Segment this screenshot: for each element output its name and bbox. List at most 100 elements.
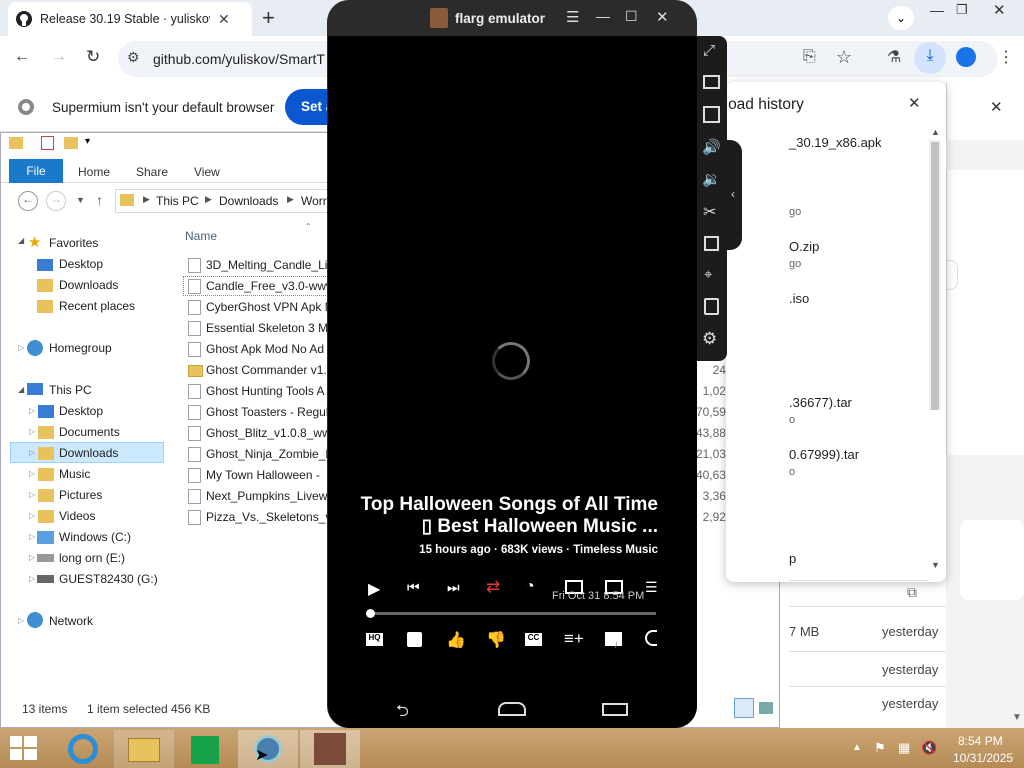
breadcrumb-worn[interactable]: Worn [301, 194, 327, 208]
tray-volume-muted-icon[interactable]: 🔇 [921, 740, 937, 756]
nav-long-orn-e[interactable]: long orn (E:) [59, 551, 125, 565]
site-info-icon[interactable]: ⚙ [127, 49, 140, 66]
nav-documents[interactable]: Documents [59, 425, 120, 439]
emulator-close-icon[interactable]: ✕ [656, 8, 669, 26]
subscriptions-icon[interactable] [605, 632, 622, 646]
file-name[interactable]: Next_Pumpkins_Livewa [206, 489, 328, 503]
download-item-name[interactable]: .36677).tar [789, 395, 852, 410]
android-home-icon[interactable] [498, 702, 526, 716]
apk-install-icon[interactable] [703, 106, 720, 123]
expand-icon[interactable]: ▷ [18, 343, 24, 352]
expand-icon[interactable]: ▷ [29, 448, 35, 457]
location-icon[interactable]: ⌖ [704, 266, 712, 283]
recent-locations-icon[interactable]: ▼ [76, 195, 85, 205]
nav-music[interactable]: Music [59, 467, 90, 481]
android-back-icon[interactable]: ⮌ [396, 700, 409, 727]
back-icon[interactable]: ← [14, 48, 30, 66]
up-icon[interactable]: ↑ [96, 192, 103, 208]
large-icons-view-icon[interactable] [759, 702, 773, 714]
explorer-forward-icon[interactable]: → [46, 191, 66, 211]
file-name[interactable]: Ghost Commander v1. [206, 363, 328, 377]
description-icon[interactable]: ☰ [645, 579, 658, 596]
hq-icon[interactable]: HQ [366, 633, 383, 646]
file-name[interactable]: Pizza_Vs._Skeletons_v1. [206, 510, 328, 524]
tray-chevron-icon[interactable]: ▲ [852, 742, 862, 753]
file-name[interactable]: Ghost_Blitz_v1.0.8_www [206, 426, 328, 440]
nav-recent-places[interactable]: Recent places [59, 299, 135, 313]
menu-kebab-icon[interactable]: ⋮ [998, 47, 1014, 67]
nav-videos[interactable]: Videos [59, 509, 95, 523]
play-icon[interactable]: ▶ [368, 579, 380, 599]
tab-close-icon[interactable]: ✕ [218, 11, 230, 28]
file-name[interactable]: 3D_Melting_Candle_Live [206, 258, 328, 272]
expand-icon[interactable]: ▷ [29, 427, 35, 436]
labs-flask-icon[interactable]: ⚗ [887, 47, 901, 67]
keyboard-icon[interactable] [703, 75, 720, 89]
clock-date[interactable]: 10/31/2025 [953, 751, 1013, 765]
install-app-icon[interactable]: ⎘ [803, 48, 816, 66]
explorer-back-icon[interactable]: ← [18, 191, 38, 211]
settings-gear-icon[interactable]: ⚙ [702, 329, 717, 349]
file-name[interactable]: Essential Skeleton 3 Mo [206, 321, 328, 335]
column-header-name[interactable]: Name [185, 229, 217, 243]
file-name[interactable]: Ghost Toasters - Regula [206, 405, 328, 419]
scroll-up-icon[interactable]: ▲ [931, 127, 940, 137]
expand-icon[interactable]: ◢ [18, 236, 24, 245]
android-recents-icon[interactable] [602, 703, 628, 716]
emulator-minimize-icon[interactable]: — [596, 8, 610, 24]
expand-icon[interactable]: ▷ [29, 553, 35, 562]
expand-icon[interactable]: ▷ [29, 490, 35, 499]
file-name[interactable]: CyberGhost VPN Apk M [206, 300, 328, 314]
previous-icon[interactable]: ⏮ [407, 579, 420, 596]
expand-icon[interactable]: ▷ [29, 469, 35, 478]
scroll-down-icon[interactable]: ▼ [931, 560, 940, 570]
taskbar-ie-icon[interactable] [52, 730, 112, 768]
speed-icon[interactable]: ◔ [525, 578, 535, 596]
file-name[interactable]: My Town Halloween - [206, 468, 328, 482]
reload-icon[interactable]: ↻ [86, 47, 100, 67]
restore-icon[interactable]: ❐ [956, 2, 968, 18]
expand-icon[interactable]: ▷ [29, 511, 35, 520]
close-window-icon[interactable]: ✕ [993, 1, 1006, 19]
tab-home[interactable]: Home [78, 165, 110, 179]
breadcrumb-thispc[interactable]: This PC [156, 194, 199, 208]
volume-down-icon[interactable]: 🔉 [702, 170, 721, 188]
download-item-name[interactable]: 0.67999).tar [789, 447, 859, 462]
expand-icon[interactable]: ▷ [29, 574, 35, 583]
properties-icon[interactable] [41, 136, 54, 150]
repeat-icon[interactable]: ⇄ [486, 577, 500, 597]
seek-thumb[interactable] [366, 609, 375, 618]
nav-pc-desktop[interactable]: Desktop [59, 404, 103, 418]
download-scroll-thumb[interactable] [931, 142, 939, 410]
details-view-icon[interactable] [734, 698, 754, 718]
page-scroll-down-icon[interactable]: ▼ [1012, 712, 1022, 723]
info-icon[interactable] [645, 630, 657, 646]
qat-dropdown-icon[interactable]: ▾ [85, 136, 90, 147]
open-external-icon[interactable]: ⧉ [907, 584, 917, 601]
tab-search-icon[interactable]: ⌄ [888, 6, 914, 30]
nav-pc-downloads[interactable]: Downloads [59, 446, 118, 460]
taskbar-store-icon[interactable] [175, 730, 235, 768]
taskbar-explorer-icon[interactable] [114, 730, 174, 768]
expand-icon[interactable]: ▷ [29, 406, 35, 415]
download-item-name[interactable]: p [789, 551, 796, 566]
shake-icon[interactable] [704, 298, 719, 315]
tab-share[interactable]: Share [136, 165, 168, 179]
expand-icon[interactable]: ▷ [18, 616, 24, 625]
channel-icon[interactable] [407, 632, 422, 647]
volume-up-icon[interactable]: 🔊 [702, 138, 721, 156]
download-item-name[interactable]: O.zip [789, 239, 819, 254]
nav-homegroup[interactable]: Homegroup [49, 341, 112, 355]
taskbar-emulator-icon[interactable] [300, 730, 360, 768]
page-close-icon[interactable]: ✕ [990, 98, 1003, 116]
file-name[interactable]: Ghost_Ninja_Zombie_B [206, 447, 328, 461]
nav-network[interactable]: Network [49, 614, 93, 628]
add-to-playlist-icon[interactable]: ≡+ [564, 629, 584, 649]
collapse-chevron-icon[interactable]: ‹ [731, 187, 735, 201]
downloads-icon[interactable]: ⤓ [914, 42, 946, 74]
nav-guest-g[interactable]: GUEST82430 (G:) [59, 572, 158, 586]
breadcrumb-downloads[interactable]: Downloads [219, 194, 278, 208]
multi-instance-icon[interactable] [704, 236, 719, 251]
file-name[interactable]: Ghost Apk Mod No Ad [206, 342, 328, 356]
like-icon[interactable]: 👍 [446, 630, 466, 650]
